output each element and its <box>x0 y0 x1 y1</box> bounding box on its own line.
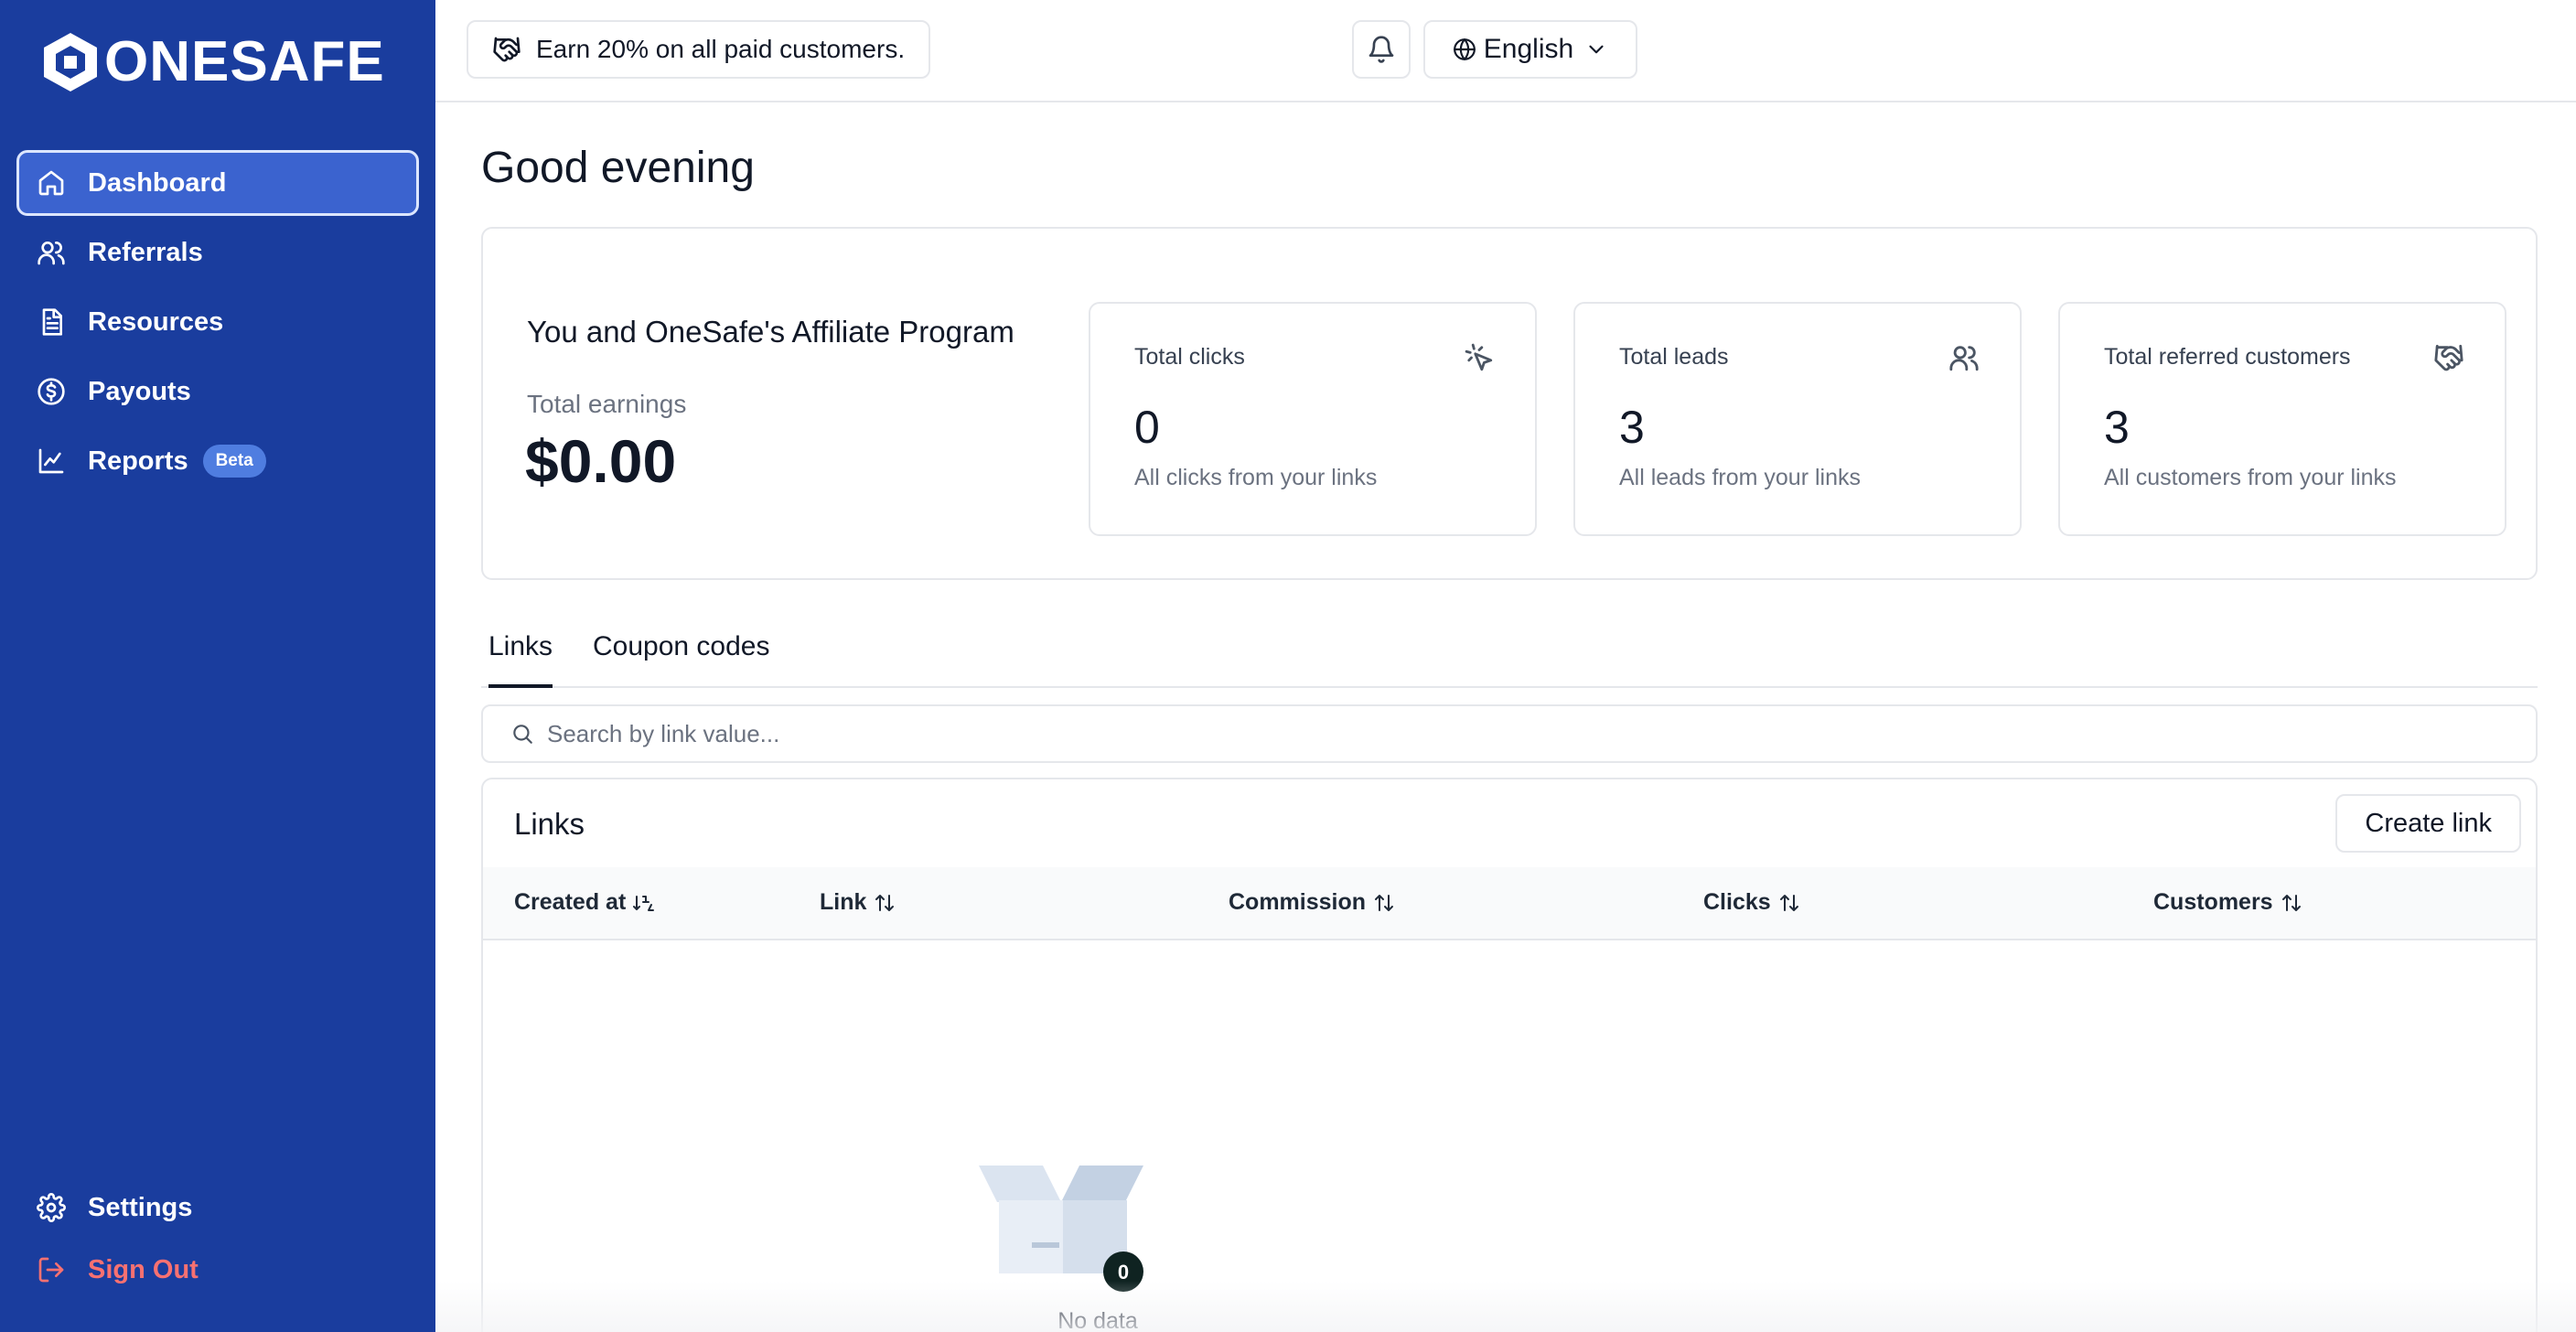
stat-description: All clicks from your links <box>1134 465 1378 490</box>
search-bar <box>481 704 2538 763</box>
sort-icon <box>875 894 895 911</box>
earnings-value: $0.00 <box>525 427 677 495</box>
beta-badge: Beta <box>202 445 266 478</box>
earnings-label: Total earnings <box>527 390 687 418</box>
dollar-circle-icon <box>35 375 68 408</box>
column-label: Created at <box>514 889 627 915</box>
sort-descending-icon <box>633 895 655 911</box>
stat-label: Total clicks <box>1134 344 1245 370</box>
links-tabs: Links Coupon codes <box>481 622 2538 688</box>
sign-out-icon <box>35 1253 68 1286</box>
sort-icon <box>1779 894 1798 911</box>
empty-state-text: No data <box>1057 1308 1138 1332</box>
search-input[interactable] <box>547 719 2377 748</box>
onesafe-logo-icon <box>44 33 97 91</box>
empty-box-icon: 0 <box>979 1166 1143 1292</box>
stat-card-customers: Total referred customers 3 All customers… <box>2058 302 2506 536</box>
links-table: Links Create link Created at Link Commis… <box>481 778 2538 1332</box>
sidebar-item-resources[interactable]: Resources <box>16 289 419 355</box>
search-icon <box>513 725 532 744</box>
gear-icon <box>35 1191 68 1224</box>
home-icon <box>35 166 68 199</box>
column-created-at[interactable]: Created at <box>514 889 655 916</box>
sidebar-item-label: Reports <box>88 446 188 476</box>
chevron-down-icon <box>1589 45 1604 54</box>
stat-label: Total leads <box>1619 344 1729 370</box>
stat-card-clicks: Total clicks 0 All clicks from your link… <box>1089 302 1537 536</box>
column-label: Customers <box>2153 889 2273 915</box>
column-label: Commission <box>1229 889 1367 915</box>
line-chart-icon <box>35 445 68 478</box>
sidebar-item-settings[interactable]: Settings <box>16 1175 419 1241</box>
language-value: English <box>1483 34 1574 64</box>
sign-out-label: Sign Out <box>88 1254 199 1284</box>
sidebar-item-referrals[interactable]: Referrals <box>16 220 419 285</box>
sidebar-item-dashboard[interactable]: Dashboard <box>16 150 419 216</box>
stat-value: 3 <box>1619 402 1645 453</box>
sort-icon <box>1375 894 1394 911</box>
brand-logo[interactable]: ONESAFE <box>40 31 385 93</box>
sidebar-item-reports[interactable]: Reports Beta <box>16 428 419 494</box>
page-title: Good evening <box>481 144 755 192</box>
sidebar-item-label: Dashboard <box>88 167 227 198</box>
globe-icon <box>1453 38 1476 60</box>
sort-icon <box>2281 894 2301 911</box>
empty-count: 0 <box>1118 1261 1129 1284</box>
promo-text: Earn 20% on all paid customers. <box>536 35 906 63</box>
bell-icon <box>1368 36 1394 63</box>
document-icon <box>35 306 68 338</box>
stat-description: All customers from your links <box>2104 465 2397 490</box>
table-header: Created at Link Commission Clicks Custom… <box>483 867 2536 940</box>
column-commission[interactable]: Commission <box>1229 889 1395 916</box>
column-customers[interactable]: Customers <box>2153 889 2302 916</box>
cursor-click-icon <box>1464 342 1495 373</box>
stat-value: 3 <box>2104 402 2130 453</box>
stat-description: All leads from your links <box>1619 465 1861 490</box>
sidebar-item-label: Settings <box>88 1192 193 1222</box>
promo-banner[interactable]: Earn 20% on all paid customers. <box>467 20 931 79</box>
tab-coupon-codes[interactable]: Coupon codes <box>593 631 769 684</box>
sidebar: ONESAFE Dashboard Referrals Resources Pa… <box>0 0 435 1332</box>
table-title: Links <box>514 807 585 841</box>
language-select[interactable]: English <box>1423 20 1637 79</box>
sidebar-item-label: Payouts <box>88 376 191 406</box>
tab-links[interactable]: Links <box>488 631 553 688</box>
handshake-icon <box>2433 342 2464 373</box>
column-label: Clicks <box>1703 889 1771 915</box>
sidebar-item-payouts[interactable]: Payouts <box>16 359 419 424</box>
notifications-button[interactable] <box>1352 20 1411 79</box>
column-clicks[interactable]: Clicks <box>1703 889 1800 916</box>
create-link-button[interactable]: Create link <box>2335 794 2521 853</box>
handshake-icon <box>493 37 521 62</box>
stat-value: 0 <box>1134 402 1160 453</box>
users-icon <box>35 236 68 269</box>
users-icon <box>1948 342 1980 373</box>
sidebar-item-label: Referrals <box>88 237 203 267</box>
column-link[interactable]: Link <box>820 889 896 916</box>
brand-name: ONESAFE <box>104 30 385 93</box>
program-title: You and OneSafe's Affiliate Program <box>527 315 1014 349</box>
stat-label: Total referred customers <box>2104 344 2351 370</box>
sign-out-button[interactable]: Sign Out <box>16 1237 419 1303</box>
stat-card-leads: Total leads 3 All leads from your links <box>1573 302 2022 536</box>
column-label: Link <box>820 889 867 915</box>
sidebar-item-label: Resources <box>88 306 224 337</box>
top-bar: Earn 20% on all paid customers. English <box>435 0 2576 102</box>
